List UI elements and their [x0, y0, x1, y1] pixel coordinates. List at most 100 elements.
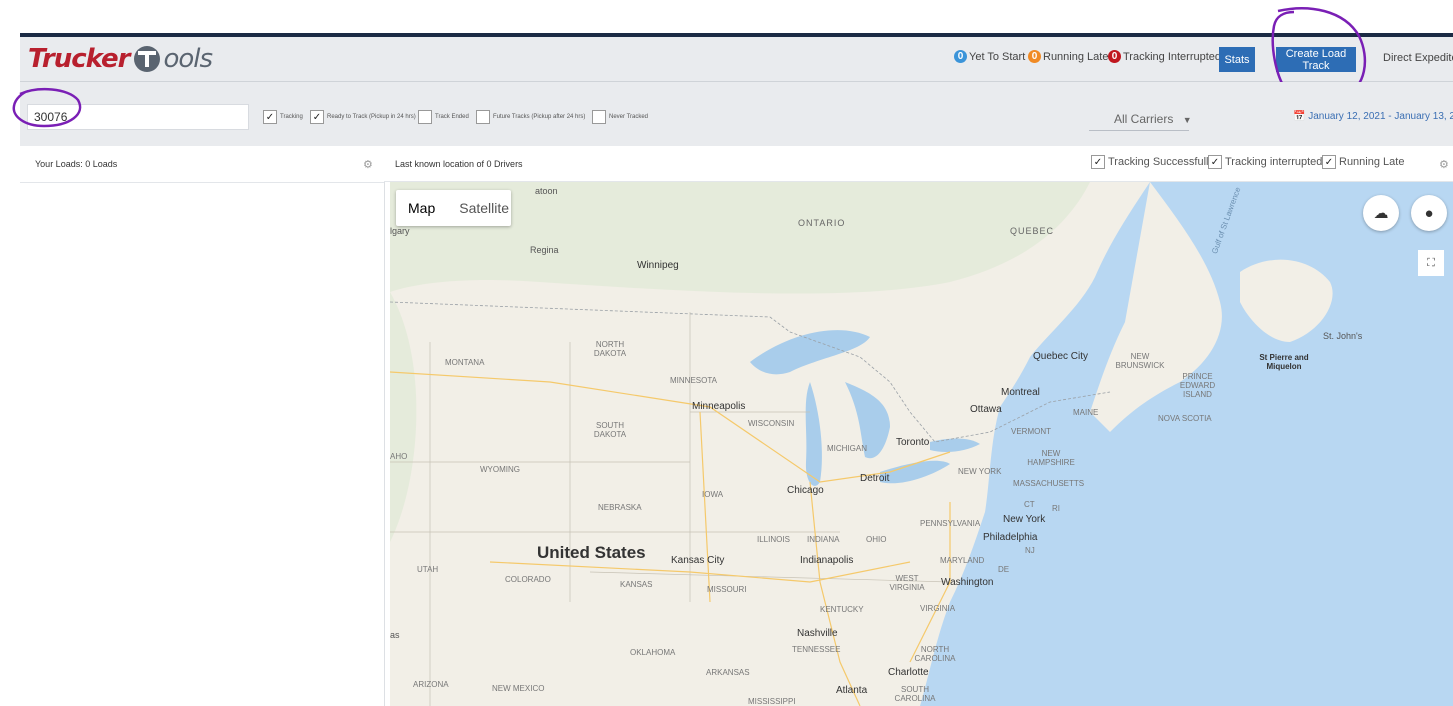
count-badge: 0	[1028, 50, 1041, 63]
map-label: OHIO	[866, 535, 887, 544]
checkbox-checked-icon: ✓	[1322, 155, 1336, 169]
map-label: CT	[1024, 500, 1035, 509]
stats-button[interactable]: Stats	[1219, 47, 1255, 72]
carriers-dropdown[interactable]: All Carriers ▼	[1114, 112, 1192, 126]
map-label: MICHIGAN	[827, 444, 867, 453]
calendar-icon: 📅	[1293, 111, 1306, 122]
map-label: NORTH DAKOTA	[593, 340, 627, 358]
map-canvas[interactable]: atoon lgary ONTARIO QUEBEC Regina Winnip…	[390, 182, 1453, 706]
map-label: Ottawa	[970, 404, 1002, 415]
map-label: INDIANA	[807, 535, 840, 544]
stat-running-late[interactable]: 0 Running Late	[1028, 50, 1108, 63]
filter-never-tracked[interactable]: Never Tracked	[592, 110, 648, 124]
checkbox-label: Tracking Successfully	[1108, 156, 1214, 168]
map-label: NEW YORK	[958, 467, 1002, 476]
map-label: WISCONSIN	[748, 419, 795, 428]
map-filter-tracking-successfully[interactable]: ✓ Tracking Successfully	[1091, 155, 1214, 169]
stat-label: Running Late	[1043, 50, 1109, 63]
map-label: Chicago	[787, 485, 824, 496]
checkbox-unchecked-icon	[592, 110, 606, 124]
map-label: ARIZONA	[413, 680, 449, 689]
map-label: WYOMING	[480, 465, 520, 474]
checkbox-unchecked-icon	[418, 110, 432, 124]
map-label: ILLINOIS	[757, 535, 790, 544]
map-filter-running-late[interactable]: ✓ Running Late	[1322, 155, 1404, 169]
stat-tracking-interrupted[interactable]: 0 Tracking Interrupted	[1108, 50, 1221, 63]
account-label: Direct Expedite	[1383, 52, 1453, 64]
cloud-icon[interactable]: ☁	[1363, 195, 1399, 231]
filter-track-ended[interactable]: Track Ended	[418, 110, 469, 124]
checkbox-checked-icon: ✓	[1208, 155, 1222, 169]
stat-yet-to-start[interactable]: 0 Yet To Start	[954, 50, 1025, 63]
map-label: NJ	[1025, 546, 1035, 555]
map-label: New York	[1003, 514, 1046, 525]
map-label: QUEBEC	[1010, 226, 1055, 236]
map-label: ARKANSAS	[706, 668, 750, 677]
map-label: NORTH CAROLINA	[914, 645, 956, 663]
account-dropdown[interactable]: Direct Expedite ▾	[1383, 51, 1453, 64]
map-label: VERMONT	[1011, 427, 1051, 436]
drivers-count-title: Last known location of 0 Drivers	[395, 159, 523, 169]
stat-label: Yet To Start	[969, 50, 1026, 63]
map-label: Quebec City	[1033, 351, 1089, 362]
map-label: NOVA SCOTIA	[1158, 414, 1212, 423]
map-label: Washington	[941, 577, 994, 588]
logo-text-suffix: ools	[163, 44, 213, 74]
fullscreen-icon[interactable]: ⛶	[1418, 250, 1444, 276]
map-label: MINNESOTA	[670, 376, 717, 385]
map-label: MONTANA	[445, 358, 485, 367]
map-label: ONTARIO	[798, 218, 846, 228]
map-label: Montreal	[1001, 387, 1040, 398]
map-label: UTAH	[417, 565, 439, 574]
checkbox-label: Tracking interrupted	[1225, 156, 1323, 168]
map-label: SOUTH DAKOTA	[593, 421, 627, 439]
annotation-circle	[12, 88, 82, 128]
map-label: NEW MEXICO	[492, 684, 545, 693]
map-label: lgary	[390, 226, 410, 236]
map-label: MISSISSIPPI	[748, 697, 796, 706]
map-label: NEW BRUNSWICK	[1115, 352, 1165, 370]
map-label: Atlanta	[836, 685, 868, 696]
map-filter-tracking-interrupted[interactable]: ✓ Tracking interrupted	[1208, 155, 1322, 169]
date-range-picker[interactable]: 📅 January 12, 2021 - January 13, 2021	[1293, 111, 1453, 122]
map-label: Regina	[530, 245, 559, 255]
trucker-tools-logo[interactable]: Trucker ools	[28, 42, 213, 76]
map-panel-header: Last known location of 0 Drivers ✓ Track…	[384, 146, 1453, 182]
map-label: TENNESSEE	[792, 645, 841, 654]
map-label: as	[390, 630, 400, 640]
checkbox-unchecked-icon	[476, 110, 490, 124]
filter-ready-to-track[interactable]: ✓ Ready to Track (Pickup in 24 hrs)	[310, 110, 416, 124]
map-label: MISSOURI	[707, 585, 747, 594]
loads-panel-header: Your Loads: 0 Loads ⚙	[20, 146, 384, 183]
truck-t-icon	[134, 46, 161, 72]
checkbox-checked-icon: ✓	[1091, 155, 1105, 169]
map-label: AHO	[390, 452, 408, 461]
gear-icon[interactable]: ⚙	[1439, 158, 1449, 171]
map-label: KENTUCKY	[820, 605, 864, 614]
map-label: Charlotte	[888, 667, 929, 678]
map-label: Nashville	[797, 628, 838, 639]
loads-count-title: Your Loads: 0 Loads	[35, 159, 118, 169]
gear-icon[interactable]: ⚙	[363, 158, 373, 171]
map-label: St. John's	[1323, 331, 1363, 341]
map-label: atoon	[535, 186, 558, 196]
map-label: DE	[998, 565, 1010, 574]
filter-tracking[interactable]: ✓ Tracking	[263, 110, 303, 124]
checkbox-label: Never Tracked	[609, 114, 649, 120]
count-badge: 0	[954, 50, 967, 63]
map-label: MARYLAND	[940, 556, 985, 565]
map-type-satellite-button[interactable]: Satellite	[447, 200, 521, 216]
map-label: PRINCE EDWARD ISLAND	[1179, 372, 1216, 399]
map-label: VIRGINIA	[920, 604, 956, 613]
map-label: Toronto	[896, 437, 930, 448]
map-type-toggle: Map Satellite	[396, 190, 511, 226]
date-range-label: January 12, 2021 - January 13, 2021	[1308, 111, 1453, 122]
map-label: United States	[537, 543, 646, 562]
logo-text: Trucker	[28, 44, 130, 74]
traffic-light-icon[interactable]: ●	[1411, 195, 1447, 231]
count-badge: 0	[1108, 50, 1121, 63]
map-label: St Pierre and Miquelon	[1259, 353, 1309, 371]
map-type-map-button[interactable]: Map	[396, 200, 447, 216]
filter-future-tracks[interactable]: Future Tracks (Pickup after 24 hrs)	[476, 110, 585, 124]
map-label: SOUTH CAROLINA	[894, 685, 936, 703]
